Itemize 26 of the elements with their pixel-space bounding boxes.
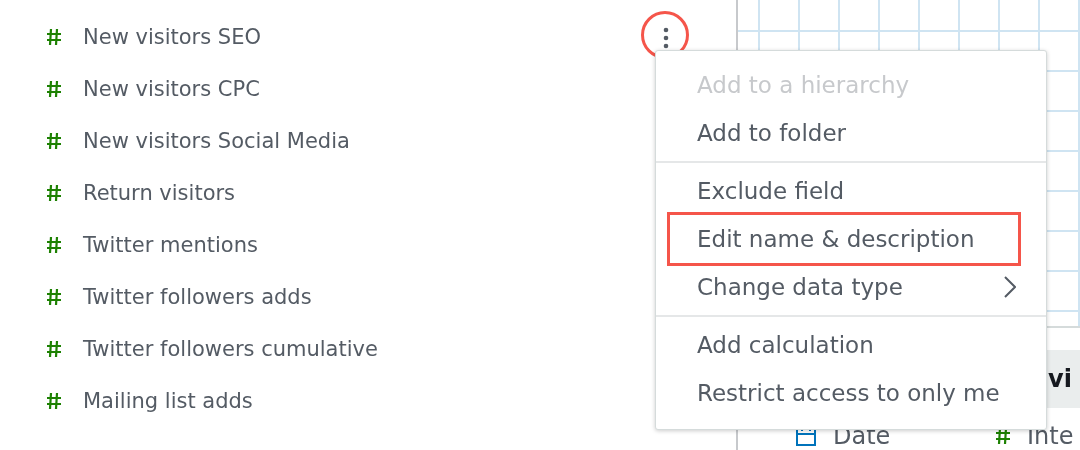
hash-icon xyxy=(46,340,62,358)
field-name[interactable]: Return visitors xyxy=(83,181,236,205)
hash-icon xyxy=(46,184,62,202)
menu-item[interactable]: Exclude field xyxy=(656,167,1046,215)
visual-title: vi xyxy=(1048,365,1072,394)
field-name[interactable]: Twitter mentions xyxy=(83,233,258,257)
menu-item[interactable]: Edit name & description xyxy=(670,215,1018,263)
menu-item[interactable]: Change data type xyxy=(656,263,1046,311)
menu-item[interactable]: Restrict access to only me xyxy=(656,369,1046,417)
hash-icon xyxy=(46,132,62,150)
field-name[interactable]: Mailing list adds xyxy=(83,389,253,413)
field-name[interactable]: New visitors CPC xyxy=(83,77,260,101)
hash-icon xyxy=(46,288,62,306)
field-name[interactable]: Twitter followers cumulative xyxy=(83,337,378,361)
hash-icon xyxy=(46,236,62,254)
hash-icon xyxy=(46,80,62,98)
menu-item[interactable]: Add calculation xyxy=(656,321,1046,369)
field-name[interactable]: Twitter followers adds xyxy=(83,285,312,309)
field-name[interactable]: New visitors SEO xyxy=(83,25,261,49)
column-label: Inte xyxy=(1027,422,1074,450)
field-name[interactable]: New visitors Social Media xyxy=(83,129,350,153)
menu-item[interactable]: Add to folder xyxy=(656,109,1046,157)
hash-icon xyxy=(46,392,62,410)
hash-icon xyxy=(46,28,62,46)
more-icon xyxy=(663,27,669,49)
hash-icon xyxy=(995,427,1011,445)
